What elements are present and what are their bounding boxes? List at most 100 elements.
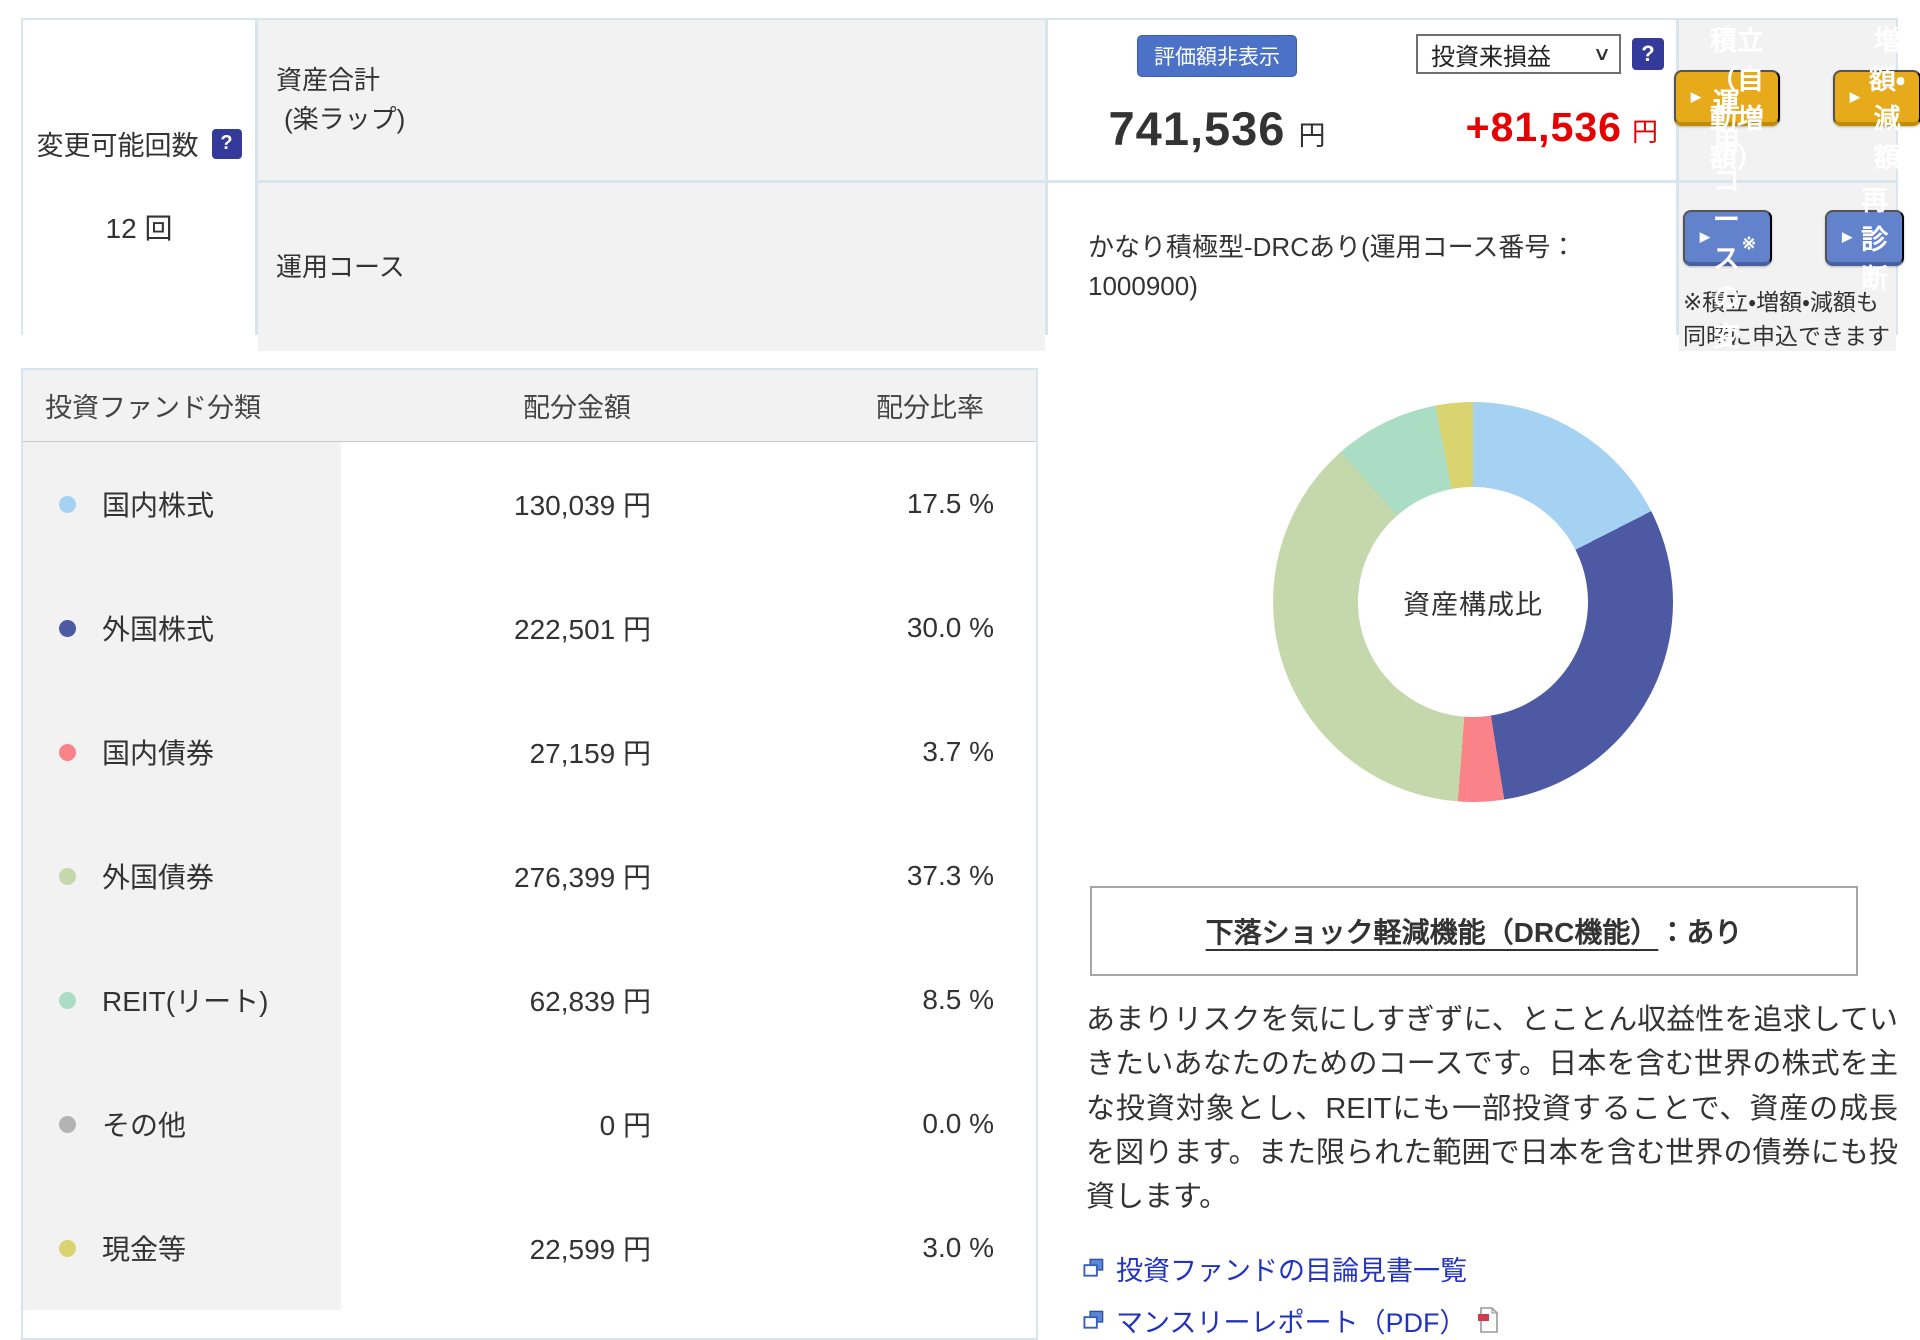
category-label: 外国債券 — [102, 862, 215, 893]
pdf-file-icon — [1478, 1307, 1499, 1334]
hide-valuation-button[interactable]: 評価額非表示 — [1137, 35, 1297, 77]
chart-area: 資産構成比 下落ショック軽減機能（DRC機能） ：あり あまりリスクを気にしすぎ… — [1038, 368, 1898, 1340]
allocation-table-header: 投資ファンド分類 配分金額 配分比率 — [23, 370, 1036, 442]
summary-panel: 資産合計 (楽ラップ) 評価額非表示 741,536 円 投資来損益 ∨ ? +… — [21, 18, 1920, 391]
category-color-dot — [59, 743, 76, 761]
external-window-icon — [1083, 1258, 1104, 1277]
row-category-cell: REIT(リート) — [23, 938, 341, 1062]
row-category-cell: 現金等 — [23, 1186, 341, 1310]
row-category-cell: その他 — [23, 1062, 341, 1186]
course-value-cell: かなり積極型-DRCあり(運用コース番号：1000900) — [1048, 183, 1676, 351]
donut-center-label: 資産構成比 — [1358, 487, 1588, 717]
row-amount: 22,599 円 — [529, 1234, 651, 1265]
drc-feature-title: 下落ショック軽減機能（DRC機能） — [1205, 917, 1659, 948]
row-amount: 130,039 円 — [514, 490, 651, 521]
help-icon[interactable]: ? — [211, 128, 242, 159]
row-ratio: 8.5 % — [922, 984, 994, 1015]
rakuten-wrap-page: 資産合計 (楽ラップ) 評価額非表示 741,536 円 投資来損益 ∨ ? +… — [0, 0, 1920, 1340]
column-header-ratio: 配分比率 — [876, 393, 984, 423]
category-label: REIT(リート) — [102, 986, 269, 1017]
table-row: 現金等 22,599 円 3.0 % — [23, 1186, 1036, 1310]
prospectus-link[interactable]: 投資ファンドの目論見書一覧 — [1116, 1249, 1467, 1288]
arrow-right-icon: ▶ — [1849, 89, 1860, 104]
increase-decrease-button-label: 増額・減額 — [1868, 26, 1906, 173]
course-description: あまりリスクを気にしすぎずに、とことん収益性を追求していきたいあなたのためのコー… — [1086, 1004, 1898, 1214]
row-category-cell: 国内債券 — [23, 690, 341, 814]
category-label: 国内株式 — [102, 490, 215, 521]
profit-loss-dropdown-row: 投資来損益 ∨ ? — [1416, 34, 1664, 74]
row-ratio: 0.0 % — [922, 1108, 994, 1139]
row-amount: 62,839 円 — [529, 986, 651, 1017]
course-label-cell: 運用コース — [258, 183, 1045, 351]
profit-loss-period-select[interactable]: 投資来損益 ∨ — [1416, 34, 1621, 74]
category-color-dot — [59, 619, 76, 637]
chevron-down-icon: ∨ — [1592, 43, 1612, 65]
document-links: 投資ファンドの目論見書一覧 マンスリーレポート（PDF） — [1082, 1249, 1898, 1340]
drc-feature-box: 下落ショック軽減機能（DRC機能） ：あり — [1090, 886, 1858, 976]
allocation-table: 投資ファンド分類 配分金額 配分比率 国内株式 130,039 円 17.5 %… — [21, 368, 1038, 1340]
top-buttons-row2: ▶ 運用コースの変更 ※ ▶ 再診断 ※積立・増額・減額も同時に申込できます — [1679, 88, 1905, 391]
asset-total-unit: 円 — [1298, 121, 1326, 151]
row-category-cell: 外国株式 — [23, 566, 341, 690]
course-change-button[interactable]: ▶ 運用コースの変更 ※ — [1682, 88, 1773, 391]
row-ratio: 3.7 % — [922, 736, 994, 767]
category-label: その他 — [102, 1110, 187, 1141]
table-row: 外国債券 276,399 円 37.3 % — [23, 814, 1036, 938]
profit-loss-value-row: +81,536 円 — [1466, 104, 1664, 151]
asset-total-label-cell: 資産合計 (楽ラップ) — [258, 20, 1045, 180]
column-header-category: 投資ファンド分類 — [45, 393, 261, 423]
row-amount: 27,159 円 — [529, 738, 651, 769]
row-amount: 222,501 円 — [514, 614, 651, 645]
category-color-dot — [59, 495, 76, 513]
category-label: 国内債券 — [102, 738, 215, 769]
increase-decrease-button[interactable]: ▶ 増額・減額 — [1832, 26, 1920, 173]
row-category-cell: 国内株式 — [23, 442, 341, 566]
change-count-label: 変更可能回数 — [36, 131, 199, 161]
category-label: 現金等 — [102, 1234, 187, 1265]
category-color-dot — [59, 1115, 76, 1133]
asset-total-sublabel: (楽ラップ) — [284, 104, 406, 134]
profit-loss-group: 投資来損益 ∨ ? +81,536 円 — [1346, 20, 1676, 180]
change-count-panel: 変更可能回数 ? 12 回 — [23, 20, 255, 351]
row-ratio: 30.0 % — [906, 612, 994, 643]
row-amount: 276,399 円 — [514, 862, 651, 893]
course-change-button-label: 運用コースの変更 — [1712, 88, 1740, 391]
rediagnosis-button[interactable]: ▶ 再診断 — [1825, 186, 1905, 294]
asset-total-label: 資産合計 — [276, 65, 381, 95]
profit-loss-unit: 円 — [1631, 117, 1658, 147]
row-ratio: 3.0 % — [922, 1232, 994, 1263]
arrow-right-icon: ▶ — [1699, 229, 1710, 244]
top-buttons-row1: ▶ 積立（自動増額） ▶ 増額・減額 — [1673, 20, 1920, 180]
row-ratio: 37.3 % — [906, 860, 994, 891]
course-label: 運用コース — [276, 251, 405, 282]
rediagnosis-button-label: 再診断 — [1861, 185, 1889, 294]
asset-total-value-cell: 評価額非表示 741,536 円 投資来損益 ∨ ? +81,536 円 — [1048, 20, 1676, 180]
category-color-dot — [59, 991, 76, 1009]
content-row: 投資ファンド分類 配分金額 配分比率 国内株式 130,039 円 17.5 %… — [21, 368, 1898, 1340]
row-ratio: 17.5 % — [906, 488, 994, 519]
prospectus-link-row: 投資ファンドの目論見書一覧 — [1082, 1249, 1898, 1288]
category-label: 外国株式 — [102, 614, 215, 645]
row-amount: 0 円 — [599, 1110, 651, 1141]
course-value: かなり積極型-DRCあり(運用コース番号：1000900) — [1088, 232, 1577, 301]
asset-total-group: 評価額非表示 741,536 円 — [1048, 20, 1346, 180]
course-change-note-mark: ※ — [1741, 234, 1757, 253]
column-header-amount: 配分金額 — [523, 393, 631, 423]
course-buttons-row: ▶ 運用コースの変更 ※ ▶ 再診断 — [1679, 88, 1905, 391]
table-row: 国内株式 130,039 円 17.5 % — [23, 442, 1036, 566]
profit-loss-period-value: 投資来損益 — [1431, 43, 1551, 71]
drc-feature-status: ：あり — [1658, 917, 1743, 948]
row-category-cell: 外国債券 — [23, 814, 341, 938]
help-icon[interactable]: ? — [1632, 38, 1664, 70]
asset-total-value-row: 741,536 円 — [1109, 101, 1326, 156]
arrow-right-icon: ▶ — [1690, 89, 1701, 104]
alloc-table-body: 国内株式 130,039 円 17.5 % 外国株式 222,501 円 30.… — [23, 442, 1036, 1310]
asset-total-value: 741,536 — [1108, 102, 1286, 155]
change-count-label-row: 変更可能回数 ? — [37, 124, 242, 163]
profit-loss-value: +81,536 — [1465, 104, 1622, 150]
change-count-value: 12 回 — [105, 213, 173, 244]
category-color-dot — [59, 1239, 76, 1257]
arrow-right-icon: ▶ — [1842, 229, 1853, 244]
category-color-dot — [59, 867, 76, 885]
table-row: REIT(リート) 62,839 円 8.5 % — [23, 938, 1036, 1062]
